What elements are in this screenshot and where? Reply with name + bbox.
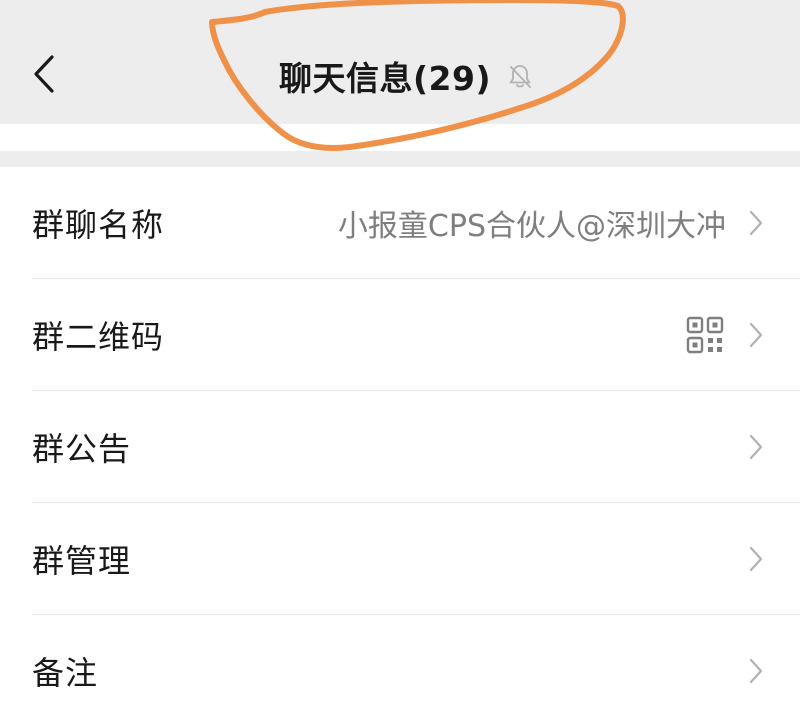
group-qr-code-row[interactable]: 群二维码 xyxy=(0,279,800,391)
chevron-right-icon xyxy=(746,208,766,238)
group-name-value: 小报童CPS合伙人@深圳大冲 xyxy=(337,209,726,244)
group-management-row[interactable]: 群管理 xyxy=(0,503,800,615)
section-gap xyxy=(0,151,800,167)
group-announcement-row[interactable]: 群公告 xyxy=(0,391,800,503)
chevron-right-icon xyxy=(746,544,766,574)
group-announcement-label: 群公告 xyxy=(32,430,132,468)
chat-info-screen: 聊天信息(29) 群聊名称 小报童CPS合伙人@深圳大冲 群二维码 群公告 群管… xyxy=(0,0,800,708)
chevron-right-icon xyxy=(746,320,766,350)
group-name-row[interactable]: 群聊名称 小报童CPS合伙人@深圳大冲 xyxy=(0,167,800,279)
remark-row[interactable]: 备注 xyxy=(0,615,800,708)
bell-off-icon xyxy=(505,61,535,91)
navigation-header: 聊天信息(29) xyxy=(0,0,800,124)
chevron-right-icon xyxy=(746,432,766,462)
chevron-right-icon xyxy=(746,656,766,686)
settings-list: 群聊名称 小报童CPS合伙人@深圳大冲 群二维码 群公告 群管理 备注 xyxy=(0,167,800,708)
qr-code-icon xyxy=(686,316,724,354)
title-container: 聊天信息(29) xyxy=(0,50,800,102)
group-qr-code-label: 群二维码 xyxy=(32,318,165,356)
page-title: 聊天信息(29) xyxy=(278,59,492,98)
group-management-label: 群管理 xyxy=(32,542,132,580)
group-name-label: 群聊名称 xyxy=(32,206,165,244)
members-area-edge xyxy=(0,124,800,151)
remark-label: 备注 xyxy=(32,654,99,692)
